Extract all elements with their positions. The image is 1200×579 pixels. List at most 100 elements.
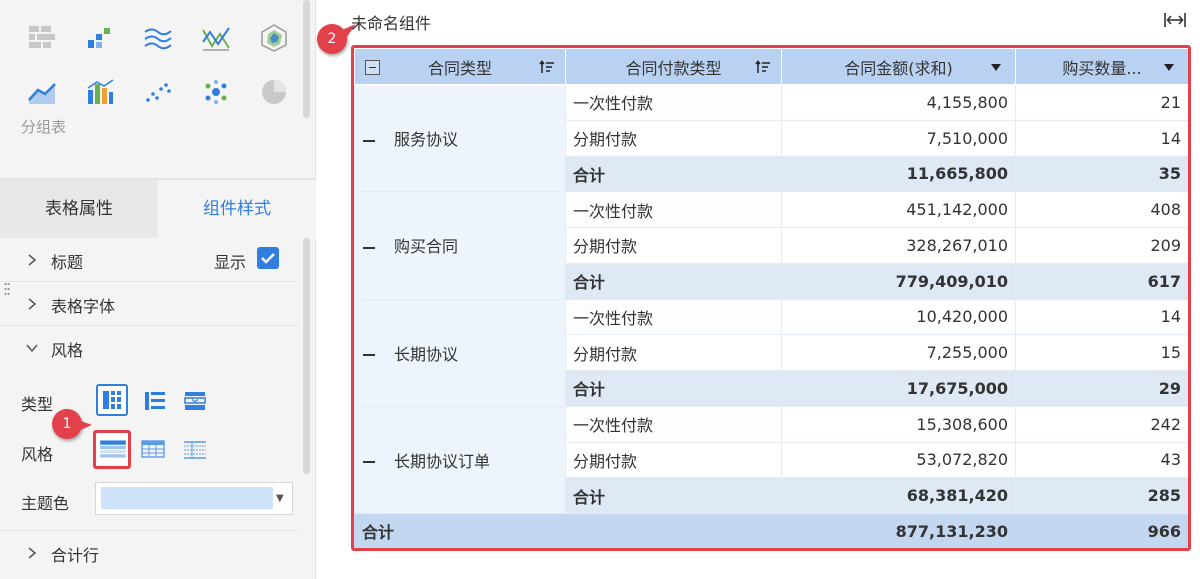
style-grid-button[interactable] xyxy=(138,434,168,464)
scatter-icon[interactable] xyxy=(142,76,174,108)
group-cell[interactable]: 购买合同 xyxy=(354,191,566,300)
header-contract-type[interactable]: 合同类型 xyxy=(354,48,566,85)
drag-handle-icon[interactable] xyxy=(4,282,10,300)
table-grid-icon[interactable] xyxy=(26,22,58,54)
quantity-cell: 408 xyxy=(1015,191,1188,228)
header-amount[interactable]: 合同金额(求和) xyxy=(781,48,1016,85)
pie-icon[interactable] xyxy=(258,76,290,108)
payment-type-cell: 一次性付款 xyxy=(565,405,782,443)
subtotal-quantity: 35 xyxy=(1015,155,1188,193)
multi-line-icon[interactable] xyxy=(142,22,174,54)
chevron-right-icon xyxy=(28,254,37,266)
grand-total-amount: 877,131,230 xyxy=(781,513,1016,548)
badge-pointer xyxy=(78,420,92,430)
tab-table-properties[interactable]: 表格属性 xyxy=(0,180,158,238)
quantity-cell: 43 xyxy=(1015,441,1188,479)
subtotal-quantity: 285 xyxy=(1015,477,1188,514)
payment-type-cell: 分期付款 xyxy=(565,334,782,371)
type-field-label: 类型 xyxy=(21,395,54,414)
table-row: 长期协议 一次性付款 10,420,000 14 xyxy=(354,298,1188,407)
dropdown-caret-icon[interactable] xyxy=(1164,64,1174,71)
collapse-icon[interactable] xyxy=(362,348,376,362)
subtotal-quantity: 29 xyxy=(1015,370,1188,407)
tree-table-icon[interactable] xyxy=(140,386,170,416)
quantity-cell: 14 xyxy=(1015,119,1188,157)
table-font-section-label: 表格字体 xyxy=(51,297,116,316)
amount-cell: 7,510,000 xyxy=(781,119,1016,157)
amount-cell: 15,308,600 xyxy=(781,405,1016,443)
chevron-right-icon xyxy=(28,547,37,559)
payment-type-cell: 一次性付款 xyxy=(565,191,782,228)
property-tabs: 表格属性 组件样式 xyxy=(0,180,316,238)
header-quantity[interactable]: 购买数量... xyxy=(1015,48,1188,85)
collapse-icon[interactable] xyxy=(362,455,376,469)
payment-type-cell: 一次性付款 xyxy=(565,298,782,336)
table-row: 购买合同 一次性付款 451,142,000 408 xyxy=(354,191,1188,300)
header-payment-type[interactable]: 合同付款类型 xyxy=(565,48,782,85)
quantity-cell: 15 xyxy=(1015,334,1188,371)
amount-cell: 328,267,010 xyxy=(781,227,1016,264)
subtotal-quantity: 617 xyxy=(1015,262,1188,300)
dropdown-arrow-icon: ▼ xyxy=(276,493,284,504)
payment-type-cell: 分期付款 xyxy=(565,119,782,157)
amount-cell: 53,072,820 xyxy=(781,441,1016,479)
style-selection-highlight xyxy=(93,430,131,469)
chevron-right-icon xyxy=(28,298,37,310)
group-cell[interactable]: 服务协议 xyxy=(354,83,566,193)
cross-line-icon[interactable] xyxy=(200,22,232,54)
subtotal-label: 合计 xyxy=(565,477,782,514)
theme-color-swatch xyxy=(101,487,273,509)
grand-total-label: 合计 xyxy=(354,513,782,548)
chart-list-scrollbar[interactable] xyxy=(303,0,310,118)
show-label: 显示 xyxy=(214,253,247,272)
style-lines-button[interactable] xyxy=(180,434,210,464)
pivot-table-container: 合同类型 合同付款类型 合同金额(求和) 购买数量... 服务协议 一次性付款 … xyxy=(351,45,1191,551)
quantity-cell: 14 xyxy=(1015,298,1188,336)
property-panel-scrollbar[interactable] xyxy=(303,238,310,474)
subtotal-amount: 11,665,800 xyxy=(781,155,1016,193)
area-line-icon[interactable] xyxy=(26,76,58,108)
style-section[interactable]: 风格 xyxy=(0,326,300,370)
group-cell[interactable]: 长期协议 xyxy=(354,298,566,407)
amount-cell: 451,142,000 xyxy=(781,191,1016,228)
collapse-icon[interactable] xyxy=(362,134,376,148)
chart-group-label: 分组表 xyxy=(21,118,67,136)
radar-icon[interactable] xyxy=(258,22,290,54)
theme-color-label: 主题色 xyxy=(21,494,70,513)
subtotal-label: 合计 xyxy=(565,262,782,300)
subtotal-row-label: 合计行 xyxy=(51,546,100,565)
subtotal-amount: 779,409,010 xyxy=(781,262,1016,300)
stacked-bar-icon[interactable] xyxy=(84,76,116,108)
left-panel: 分组表 表格属性 组件样式 标题 显示 表格字体 风格 类型 风格 主题色 ▼ … xyxy=(0,0,316,579)
check-icon xyxy=(261,253,275,264)
dropdown-caret-icon[interactable] xyxy=(991,64,1001,71)
group-cell[interactable]: 长期协议订单 xyxy=(354,405,566,515)
collapse-icon[interactable] xyxy=(362,241,376,255)
widget-title[interactable]: 未命名组件 xyxy=(351,10,431,34)
sort-icon[interactable] xyxy=(755,59,771,75)
table-row: 服务协议 一次性付款 4,155,800 21 xyxy=(354,83,1188,193)
pivot-table: 合同类型 合同付款类型 合同金额(求和) 购买数量... 服务协议 一次性付款 … xyxy=(354,48,1188,548)
expand-width-icon[interactable] xyxy=(1163,10,1187,30)
bubble-icon[interactable] xyxy=(200,76,232,108)
quantity-cell: 242 xyxy=(1015,405,1188,443)
bar-chart-icon[interactable] xyxy=(84,22,116,54)
table-font-section[interactable]: 表格字体 xyxy=(0,282,300,326)
collapse-all-icon[interactable] xyxy=(365,60,380,75)
theme-color-select[interactable]: ▼ xyxy=(95,482,293,515)
subtotal-label: 合计 xyxy=(565,370,782,407)
show-title-checkbox[interactable] xyxy=(257,247,279,269)
amount-cell: 7,255,000 xyxy=(781,334,1016,371)
subtotal-label: 合计 xyxy=(565,155,782,193)
type-grouped-button[interactable] xyxy=(96,384,128,416)
subtotal-amount: 68,381,420 xyxy=(781,477,1016,514)
payment-type-cell: 分期付款 xyxy=(565,441,782,479)
subtotal-row-section[interactable]: 合计行 xyxy=(0,531,300,575)
title-section[interactable]: 标题 显示 xyxy=(0,238,300,282)
grand-total-row: 合计 877,131,230 966 xyxy=(354,513,1188,548)
tab-component-style[interactable]: 组件样式 xyxy=(158,180,316,238)
list-table-icon[interactable] xyxy=(180,386,210,416)
grouped-table-icon xyxy=(103,391,121,409)
sort-icon[interactable] xyxy=(539,59,555,75)
table-row: 长期协议订单 一次性付款 15,308,600 242 xyxy=(354,405,1188,515)
